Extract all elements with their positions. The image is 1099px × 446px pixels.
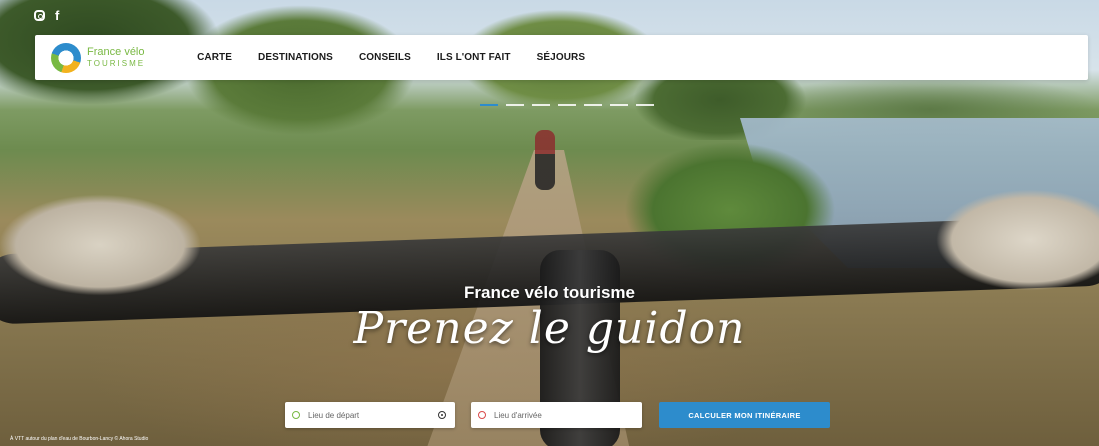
hero-tagline: Prenez le guidon (353, 303, 746, 354)
start-location-placeholder: Lieu de départ (308, 410, 360, 420)
slider-dot[interactable] (636, 104, 654, 106)
end-location-placeholder: Lieu d'arrivée (494, 410, 542, 420)
slider-dot[interactable] (610, 104, 628, 106)
nav-item-carte[interactable]: CARTE (197, 52, 232, 63)
instagram-icon[interactable] (34, 10, 45, 21)
logo-word-velo: vélo (124, 46, 145, 58)
nav-menu: CARTE DESTINATIONS CONSEILS ILS L'ONT FA… (197, 52, 611, 63)
site-logo[interactable]: France vélo TOURISME (51, 42, 145, 73)
nav-item-sejours[interactable]: SÉJOURS (537, 52, 586, 63)
slider-dot[interactable] (506, 104, 524, 106)
main-navigation: France vélo TOURISME CARTE DESTINATIONS … (35, 35, 1088, 80)
social-links: f (34, 9, 59, 22)
photo-credit: À VTT autour du plan d'eau de Bourbon-La… (10, 436, 149, 442)
hero-banner: f France vélo TOURISME CARTE DESTINATION… (0, 0, 1099, 446)
facebook-icon[interactable]: f (55, 9, 59, 22)
calculate-itinerary-button[interactable]: CALCULER MON ITINÉRAIRE (659, 402, 830, 428)
slider-dot[interactable] (584, 104, 602, 106)
end-location-field[interactable]: Lieu d'arrivée (471, 402, 642, 428)
end-point-icon (478, 411, 486, 419)
logo-word-tourisme: TOURISME (87, 59, 146, 68)
start-point-icon (292, 411, 300, 419)
hero-headline: France vélo tourisme (463, 283, 635, 302)
logo-text: France vélo TOURISME (87, 47, 145, 68)
start-location-field[interactable]: Lieu de départ (285, 402, 455, 428)
nav-item-conseils[interactable]: CONSEILS (359, 52, 411, 63)
nav-item-ils-lont-fait[interactable]: ILS L'ONT FAIT (437, 52, 511, 63)
slider-indicators (480, 104, 654, 106)
geolocate-icon[interactable] (438, 411, 446, 419)
logo-icon (51, 42, 81, 73)
slider-dot[interactable] (558, 104, 576, 106)
slider-dot[interactable] (480, 104, 498, 106)
slider-dot[interactable] (532, 104, 550, 106)
nav-item-destinations[interactable]: DESTINATIONS (258, 52, 333, 63)
hero-background-cyclist (535, 130, 555, 190)
logo-word-france: France (87, 46, 122, 58)
